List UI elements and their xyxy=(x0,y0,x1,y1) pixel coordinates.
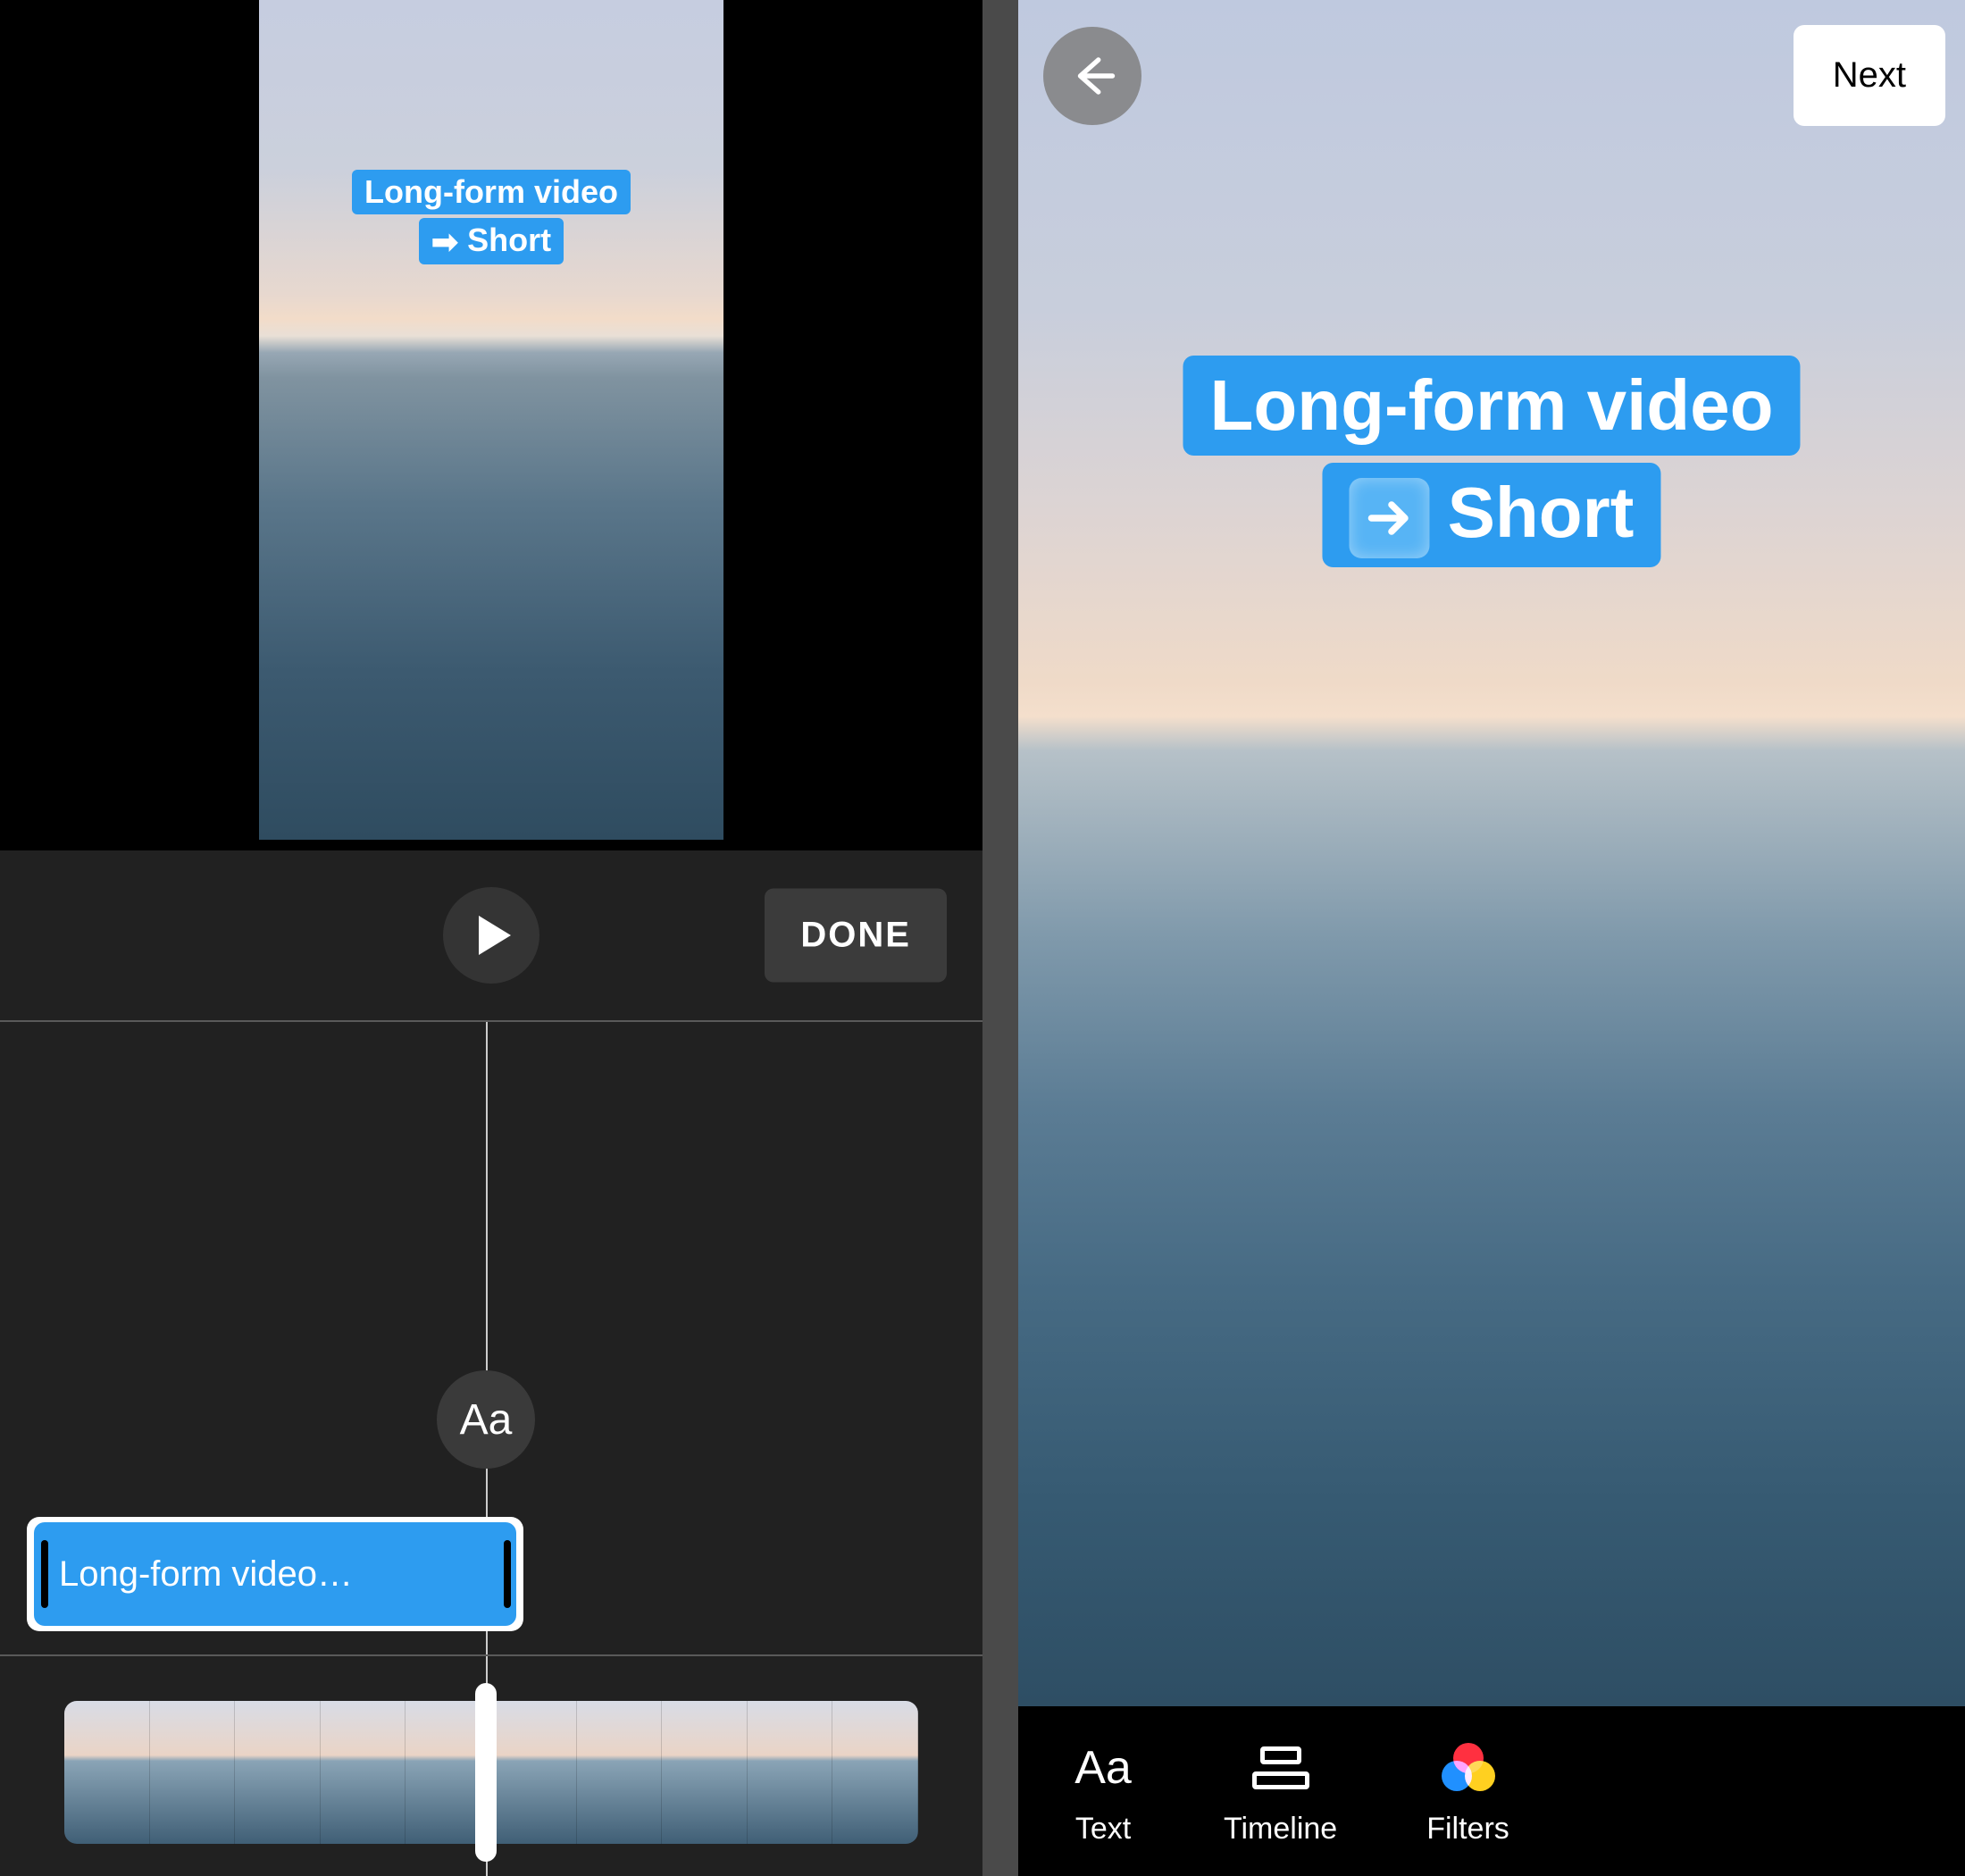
filmstrip-frame xyxy=(64,1701,150,1844)
text-clip-label: Long-form video… xyxy=(59,1554,353,1595)
timeline-icon xyxy=(1250,1737,1312,1799)
text-track-badge[interactable]: Aa xyxy=(437,1370,535,1469)
arrow-right-icon xyxy=(1350,478,1430,558)
filters-tool-label: Filters xyxy=(1426,1812,1509,1847)
play-button[interactable] xyxy=(443,887,539,984)
filters-icon xyxy=(1437,1737,1500,1799)
filmstrip-frame xyxy=(748,1701,833,1844)
back-button[interactable] xyxy=(1043,27,1141,125)
video-text-overlay[interactable]: Long-form video Short xyxy=(1183,356,1800,567)
video-text-overlay: Long-form video ➡Short xyxy=(352,170,631,264)
playback-controls-bar: DONE xyxy=(0,850,982,1020)
arrow-right-icon: ➡ xyxy=(431,223,458,261)
overlay-line-2: Short xyxy=(1323,463,1661,567)
text-icon: Aa xyxy=(1072,1737,1134,1799)
overlay-line-2-text: Short xyxy=(1448,473,1635,552)
filmstrip-frame xyxy=(662,1701,748,1844)
filmstrip-frame xyxy=(235,1701,321,1844)
clip-trim-handle-right[interactable] xyxy=(504,1540,511,1608)
filmstrip-frame xyxy=(832,1701,918,1844)
filmstrip-frame xyxy=(491,1701,577,1844)
video-frame-image xyxy=(259,0,723,840)
timeline-tool-button[interactable]: Timeline xyxy=(1224,1737,1337,1847)
overlay-line-1: Long-form video xyxy=(1183,356,1800,456)
video-preview-panel: Next Long-form video Short Aa Text Timel… xyxy=(1018,0,1965,1876)
video-preview-area: Long-form video ➡Short xyxy=(0,0,982,850)
filters-tool-button[interactable]: Filters xyxy=(1426,1737,1509,1847)
clip-trim-handle-left[interactable] xyxy=(41,1540,48,1608)
overlay-line-2: ➡Short xyxy=(419,218,564,264)
text-clip[interactable]: Long-form video… xyxy=(34,1522,516,1626)
timeline-editor-panel: Long-form video ➡Short DONE Aa Long-form… xyxy=(0,0,982,1876)
next-button[interactable]: Next xyxy=(1794,25,1945,126)
filmstrip-scrubber[interactable] xyxy=(475,1683,497,1862)
overlay-line-2-text: Short xyxy=(467,222,551,258)
filmstrip-frame xyxy=(150,1701,236,1844)
video-preview-thumbnail[interactable]: Long-form video ➡Short xyxy=(259,0,723,840)
editor-toolbar: Aa Text Timeline Filters xyxy=(1018,1706,1965,1876)
timeline-tool-label: Timeline xyxy=(1224,1812,1337,1847)
text-tool-button[interactable]: Aa Text xyxy=(1072,1737,1134,1847)
filmstrip-frame xyxy=(321,1701,406,1844)
filmstrip-frame xyxy=(577,1701,663,1844)
video-frame-image xyxy=(1018,0,1965,1706)
full-video-preview[interactable]: Next Long-form video Short xyxy=(1018,0,1965,1706)
text-icon-glyph: Aa xyxy=(1074,1741,1132,1795)
overlay-line-1: Long-form video xyxy=(352,170,631,214)
track-divider xyxy=(0,1654,982,1656)
timeline-canvas[interactable]: Aa Long-form video… xyxy=(0,1020,982,1876)
text-tool-label: Text xyxy=(1075,1812,1131,1847)
arrow-left-icon xyxy=(1068,52,1116,100)
play-icon xyxy=(479,916,511,955)
done-button[interactable]: DONE xyxy=(765,889,947,983)
